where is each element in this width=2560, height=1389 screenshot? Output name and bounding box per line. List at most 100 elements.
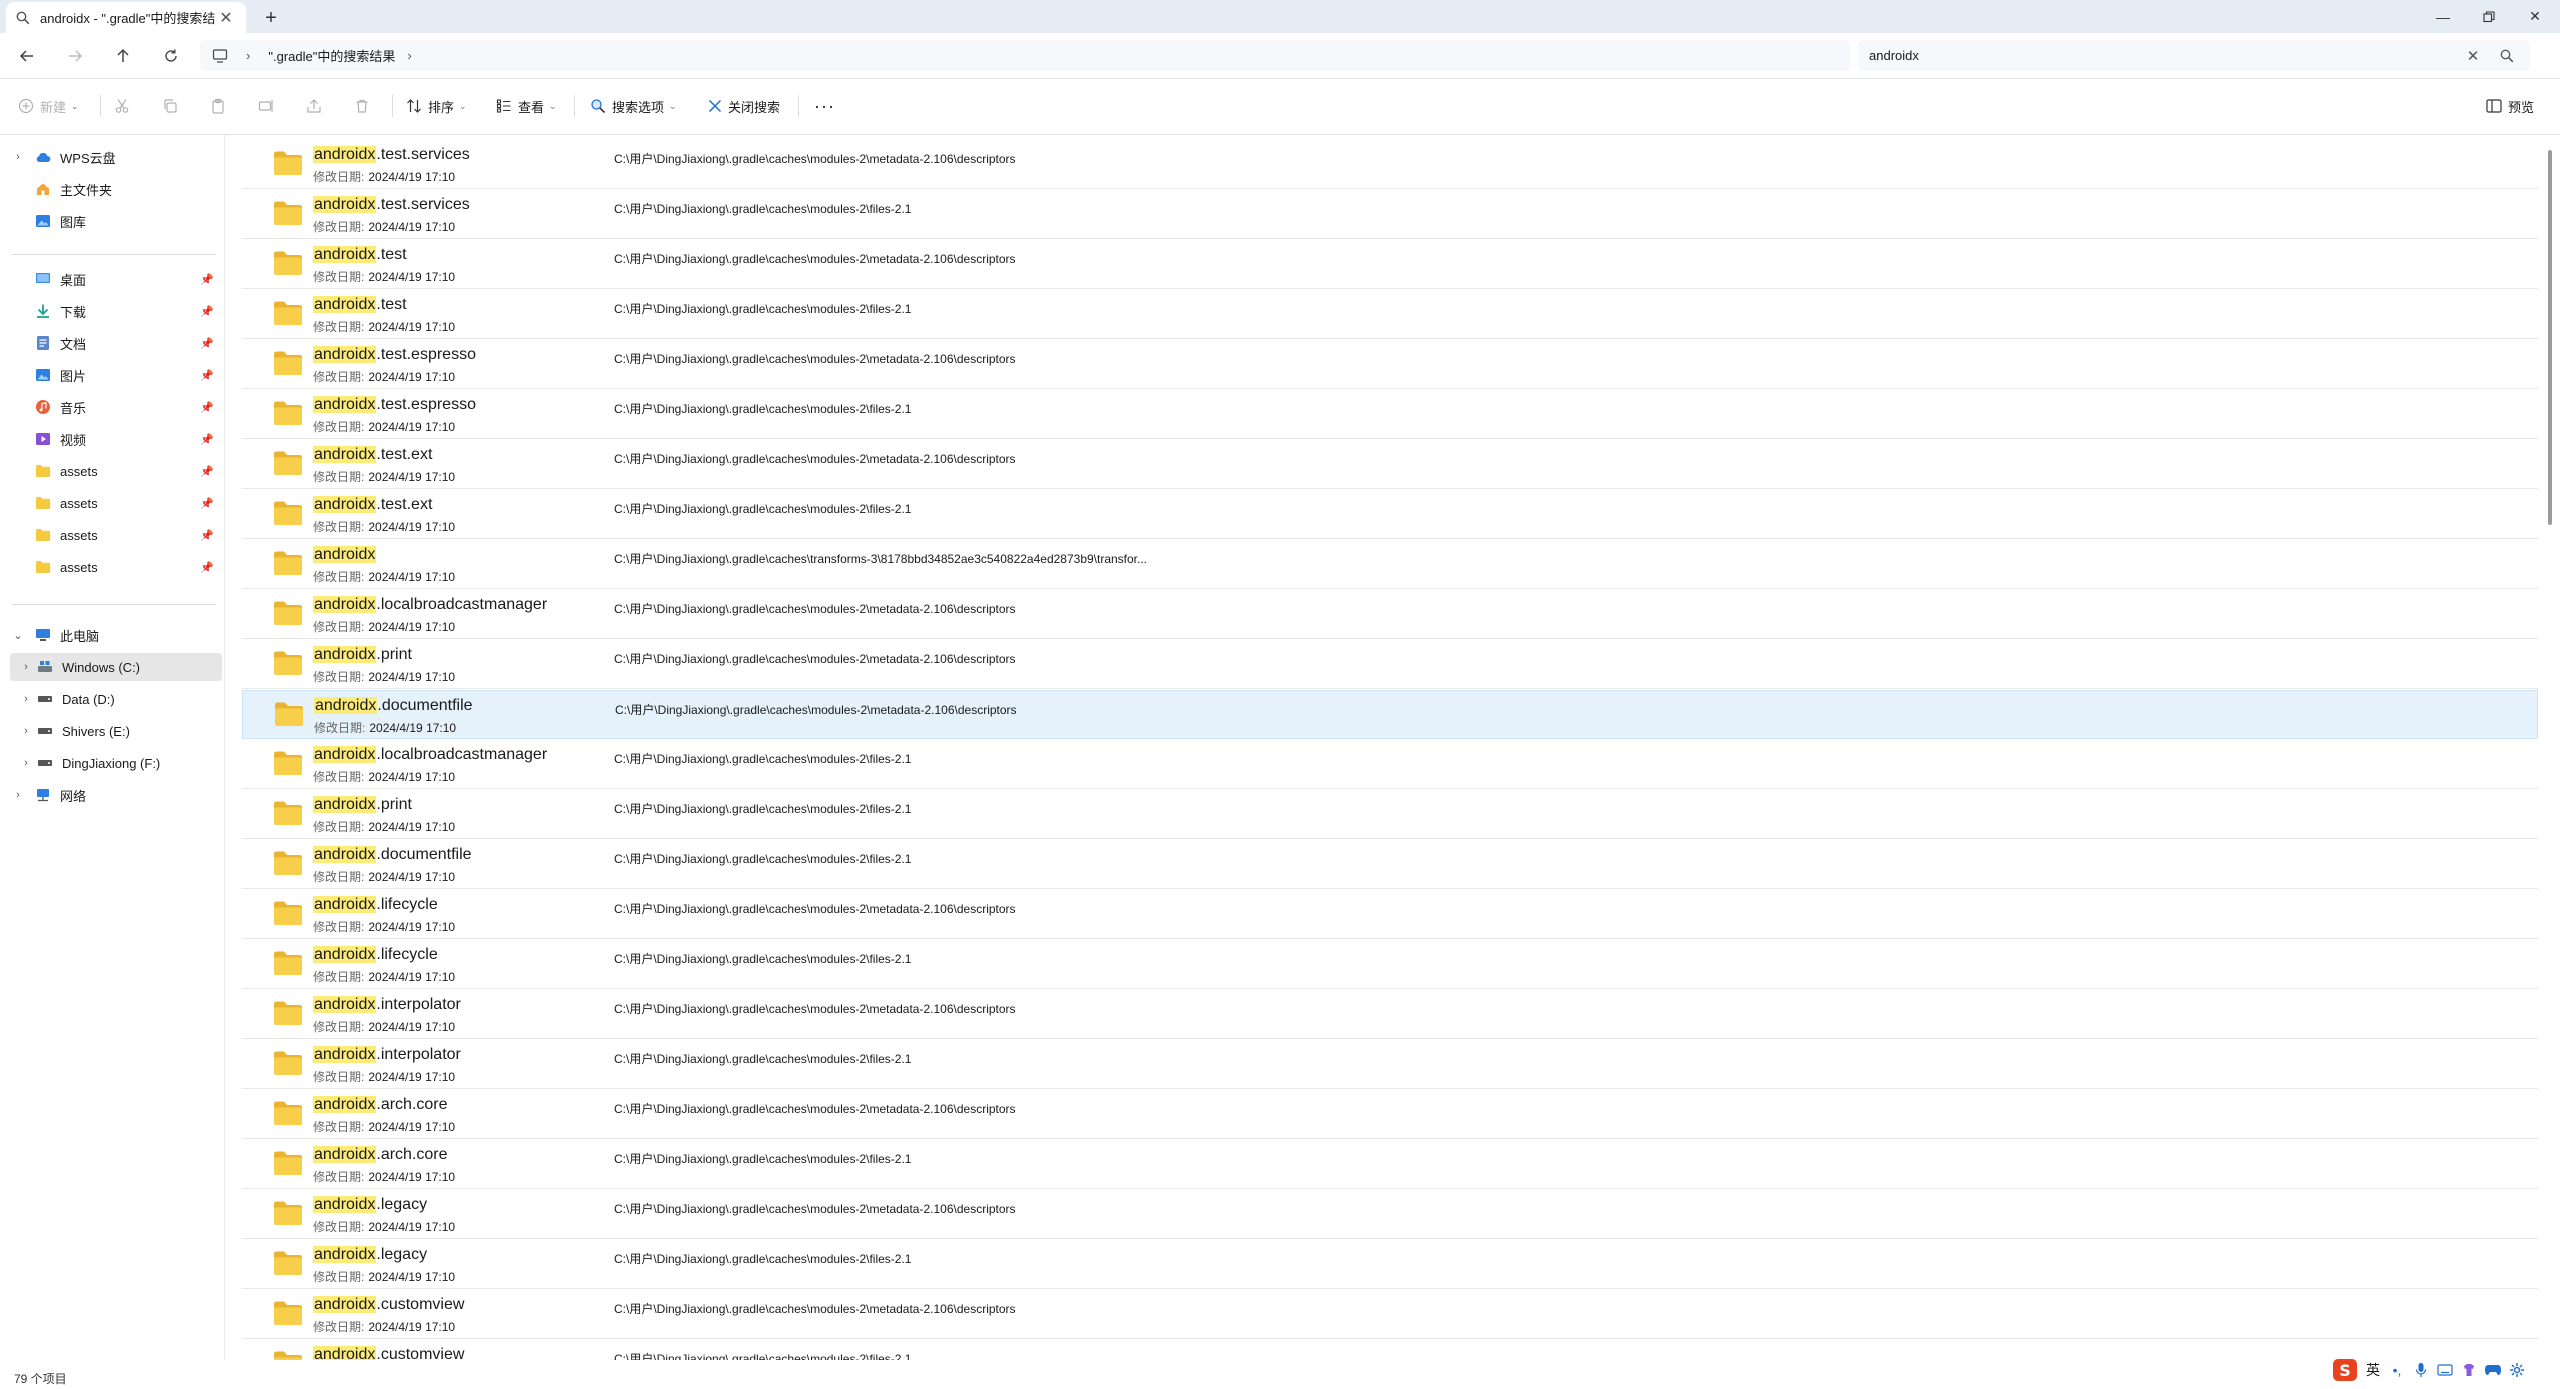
forward-button[interactable] bbox=[60, 42, 90, 70]
ime-language[interactable]: 英 bbox=[2362, 1359, 2384, 1381]
chevron-right-icon[interactable]: › bbox=[10, 151, 26, 163]
chevron-right-icon[interactable]: › bbox=[407, 48, 411, 63]
pane-divider[interactable] bbox=[224, 135, 225, 1360]
delete-button[interactable] bbox=[354, 93, 370, 119]
result-row[interactable]: androidx.print 修改日期: 2024/4/19 17:10 C:\用户\… bbox=[242, 790, 2538, 839]
result-row[interactable]: androidx.arch.core 修改日期: 2024/4/19 17:10 C:… bbox=[242, 1090, 2538, 1139]
result-row[interactable]: androidx.customview C:\用户\DingJiaxiong\.g… bbox=[242, 1340, 2538, 1360]
chevron-right-icon[interactable]: › bbox=[18, 693, 34, 705]
nav-item-drive[interactable]: › Data (D:) bbox=[10, 685, 222, 713]
result-row[interactable]: androidx.test.services 修改日期: 2024/4/19 17:… bbox=[242, 140, 2538, 189]
sogou-logo-icon[interactable]: S bbox=[2330, 1359, 2360, 1381]
skin-icon[interactable] bbox=[2458, 1359, 2480, 1381]
result-row[interactable]: androidx.test.espresso 修改日期: 2024/4/19 17:… bbox=[242, 340, 2538, 389]
result-row[interactable]: androidx.lifecycle 修改日期: 2024/4/19 17:10 C:… bbox=[242, 940, 2538, 989]
nav-item-gallery[interactable]: 图库 bbox=[10, 207, 222, 235]
result-row[interactable]: androidx.interpolator 修改日期: 2024/4/19 17:1… bbox=[242, 990, 2538, 1039]
microphone-icon[interactable] bbox=[2410, 1359, 2432, 1381]
nav-item-network[interactable]: › 网络 bbox=[10, 781, 222, 809]
pin-icon[interactable]: 📌 bbox=[200, 273, 214, 286]
refresh-button[interactable] bbox=[156, 42, 186, 70]
nav-item-quick-access[interactable]: assets 📌 bbox=[10, 521, 222, 549]
search-options-button[interactable]: 搜索选项 ⌄ bbox=[590, 93, 677, 119]
result-row[interactable]: androidx.arch.core 修改日期: 2024/4/19 17:10 C:… bbox=[242, 1140, 2538, 1189]
restore-button[interactable] bbox=[2466, 0, 2512, 33]
result-row[interactable]: androidx.localbroadcastmanager 修改日期: 2024/… bbox=[242, 590, 2538, 639]
result-row[interactable]: androidx.legacy 修改日期: 2024/4/19 17:10 C:\用户… bbox=[242, 1240, 2538, 1289]
result-row[interactable]: androidx.lifecycle 修改日期: 2024/4/19 17:10 C:… bbox=[242, 890, 2538, 939]
breadcrumb-location[interactable]: ".gradle"中的搜索结果 bbox=[268, 46, 395, 65]
window-close-button[interactable]: ✕ bbox=[2512, 0, 2558, 33]
result-row[interactable]: androidx.test 修改日期: 2024/4/19 17:10 C:\用户\D… bbox=[242, 240, 2538, 289]
result-row[interactable]: androidx.test.ext 修改日期: 2024/4/19 17:10 C:\… bbox=[242, 490, 2538, 539]
close-icon[interactable]: ✕ bbox=[216, 8, 236, 28]
paste-button[interactable] bbox=[210, 93, 226, 119]
pin-icon[interactable]: 📌 bbox=[200, 369, 214, 382]
search-input[interactable]: androidx bbox=[1869, 48, 2462, 63]
nav-item-quick-access[interactable]: 文档 📌 bbox=[10, 329, 222, 357]
close-search-button[interactable]: 关闭搜索 bbox=[708, 93, 780, 119]
preview-button[interactable]: 预览 bbox=[2486, 93, 2534, 119]
more-options-icon[interactable]: ··· bbox=[814, 93, 835, 119]
nav-item-wps-cloud[interactable]: › WPS云盘 bbox=[10, 143, 222, 171]
clear-search-icon[interactable]: ✕ bbox=[2462, 47, 2484, 65]
toolbox-icon[interactable] bbox=[2506, 1359, 2528, 1381]
result-row[interactable]: androidx.print 修改日期: 2024/4/19 17:10 C:\用户\… bbox=[242, 640, 2538, 689]
chevron-right-icon[interactable]: › bbox=[18, 725, 34, 737]
chevron-right-icon[interactable]: › bbox=[18, 757, 34, 769]
search-box[interactable]: androidx ✕ bbox=[1858, 40, 2530, 71]
nav-item-quick-access[interactable]: 图片 📌 bbox=[10, 361, 222, 389]
new-button[interactable]: 新建 ⌄ bbox=[18, 93, 79, 119]
vertical-scrollbar[interactable] bbox=[2548, 150, 2552, 525]
share-button[interactable] bbox=[306, 93, 322, 119]
nav-item-quick-access[interactable]: 视频 📌 bbox=[10, 425, 222, 453]
back-button[interactable] bbox=[12, 42, 42, 70]
nav-item-drive[interactable]: › DingJiaxiong (F:) bbox=[10, 749, 222, 777]
result-row[interactable]: androidx.test 修改日期: 2024/4/19 17:10 C:\用户\D… bbox=[242, 290, 2538, 339]
minimize-button[interactable]: — bbox=[2420, 0, 2466, 33]
nav-item-home[interactable]: 主文件夹 bbox=[10, 175, 222, 203]
tab-search-results[interactable]: androidx - ".gradle"中的搜索结果 ✕ bbox=[6, 2, 246, 33]
result-row[interactable]: androidx.customview 修改日期: 2024/4/19 17:10 C… bbox=[242, 1290, 2538, 1339]
copy-button[interactable] bbox=[162, 93, 178, 119]
pin-icon[interactable]: 📌 bbox=[200, 529, 214, 542]
result-row[interactable]: androidx.localbroadcastmanager 修改日期: 2024/… bbox=[242, 740, 2538, 789]
nav-item-quick-access[interactable]: assets 📌 bbox=[10, 489, 222, 517]
pin-icon[interactable]: 📌 bbox=[200, 433, 214, 446]
result-row[interactable]: androidx.legacy 修改日期: 2024/4/19 17:10 C:\用户… bbox=[242, 1190, 2538, 1239]
result-row[interactable]: androidx.test.espresso 修改日期: 2024/4/19 17:… bbox=[242, 390, 2538, 439]
chevron-right-icon[interactable]: › bbox=[246, 48, 250, 63]
nav-item-quick-access[interactable]: 下载 📌 bbox=[10, 297, 222, 325]
result-row[interactable]: androidx.interpolator 修改日期: 2024/4/19 17:1… bbox=[242, 1040, 2538, 1089]
chevron-down-icon[interactable]: ⌄ bbox=[10, 629, 26, 642]
result-row[interactable]: androidx.documentfile 修改日期: 2024/4/19 17:1… bbox=[242, 690, 2538, 739]
up-button[interactable] bbox=[108, 42, 138, 70]
nav-item-this-pc[interactable]: ⌄ 此电脑 bbox=[10, 621, 222, 649]
pin-icon[interactable]: 📌 bbox=[200, 337, 214, 350]
nav-item-quick-access[interactable]: assets 📌 bbox=[10, 553, 222, 581]
rename-button[interactable] bbox=[258, 93, 274, 119]
search-icon[interactable] bbox=[2494, 49, 2520, 63]
result-row[interactable]: androidx 修改日期: 2024/4/19 17:10 C:\用户\DingJi… bbox=[242, 540, 2538, 589]
gamepad-icon[interactable] bbox=[2482, 1359, 2504, 1381]
nav-item-quick-access[interactable]: assets 📌 bbox=[10, 457, 222, 485]
sort-button[interactable]: 排序 ⌄ bbox=[406, 93, 467, 119]
result-row[interactable]: androidx.test.services 修改日期: 2024/4/19 17:… bbox=[242, 190, 2538, 239]
pin-icon[interactable]: 📌 bbox=[200, 497, 214, 510]
pin-icon[interactable]: 📌 bbox=[200, 305, 214, 318]
nav-item-quick-access[interactable]: 音乐 📌 bbox=[10, 393, 222, 421]
pin-icon[interactable]: 📌 bbox=[200, 561, 214, 574]
result-row[interactable]: androidx.documentfile 修改日期: 2024/4/19 17:1… bbox=[242, 840, 2538, 889]
new-tab-button[interactable]: + bbox=[258, 5, 284, 31]
nav-item-drive[interactable]: › Shivers (E:) bbox=[10, 717, 222, 745]
cut-button[interactable] bbox=[114, 93, 130, 119]
view-button[interactable]: 查看 ⌄ bbox=[496, 93, 557, 119]
pin-icon[interactable]: 📌 bbox=[200, 401, 214, 414]
keyboard-icon[interactable] bbox=[2434, 1359, 2456, 1381]
pin-icon[interactable]: 📌 bbox=[200, 465, 214, 478]
result-row[interactable]: androidx.test.ext 修改日期: 2024/4/19 17:10 C:\… bbox=[242, 440, 2538, 489]
chevron-right-icon[interactable]: › bbox=[10, 789, 26, 801]
nav-item-drive[interactable]: › Windows (C:) bbox=[10, 653, 222, 681]
nav-item-quick-access[interactable]: 桌面 📌 bbox=[10, 265, 222, 293]
punctuation-icon[interactable]: •, bbox=[2386, 1359, 2408, 1381]
